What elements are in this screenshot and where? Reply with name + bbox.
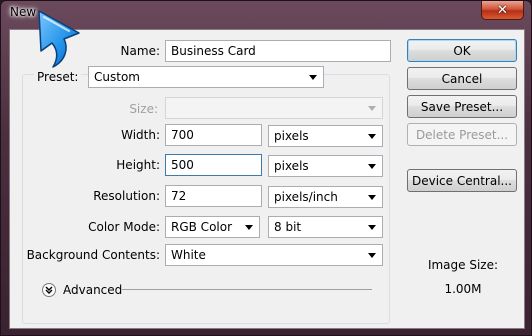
height-unit-select[interactable]: pixels [268,155,383,177]
cancel-button[interactable]: Cancel [407,67,517,90]
preset-value: Custom [94,70,140,84]
resolution-unit-select[interactable]: pixels/inch [268,186,383,208]
bit-depth-value: 8 bit [274,220,302,234]
caret-down-icon [368,134,376,139]
name-input[interactable]: Business Card [165,40,391,62]
background-label: Background Contents: [26,248,160,262]
caret-down-icon [368,225,376,230]
height-input[interactable]: 500 [165,154,262,176]
background-select[interactable]: White [165,244,383,266]
resolution-unit-value: pixels/inch [274,190,338,204]
advanced-label[interactable]: Advanced [63,283,122,297]
resolution-input[interactable]: 72 [165,185,262,207]
advanced-toggle-button[interactable] [42,283,56,297]
dialog-window: New ✕ Name: Business Card Preset: Custom… [0,0,532,336]
save-preset-button[interactable]: Save Preset... [407,95,517,118]
preset-select[interactable]: Custom [88,66,324,88]
preset-label: Preset: [34,70,82,84]
window-title: New [10,5,37,19]
image-size-value: 1.00M [444,282,482,296]
width-unit-value: pixels [274,129,309,143]
size-label: Size: [129,102,158,116]
dialog-body: Name: Business Card Preset: Custom Size:… [9,29,525,329]
delete-preset-button: Delete Preset... [407,123,517,146]
chevron-double-down-icon [45,286,53,294]
resolution-label: Resolution: [93,189,160,203]
image-size-label: Image Size: [427,258,499,272]
device-central-button[interactable]: Device Central... [407,169,517,192]
caret-down-icon [309,75,317,80]
close-icon: ✕ [497,2,508,18]
ok-button[interactable]: OK [407,39,517,62]
background-value: White [171,248,206,262]
arrow-icon [38,10,80,68]
caret-down-icon [245,225,253,230]
advanced-divider [122,289,372,290]
color-mode-select[interactable]: RGB Color [165,216,260,238]
caret-down-icon [368,195,376,200]
height-label: Height: [116,158,160,172]
width-unit-select[interactable]: pixels [268,125,383,147]
close-button[interactable]: ✕ [481,1,524,20]
color-mode-label: Color Mode: [88,220,160,234]
width-input[interactable]: 700 [165,124,262,146]
height-unit-value: pixels [274,159,309,173]
caret-down-icon [368,106,376,111]
caret-down-icon [368,164,376,169]
color-mode-value: RGB Color [171,220,233,234]
caret-down-icon [368,253,376,258]
bit-depth-select[interactable]: 8 bit [268,216,383,238]
width-label: Width: [121,128,160,142]
size-select [165,97,383,119]
